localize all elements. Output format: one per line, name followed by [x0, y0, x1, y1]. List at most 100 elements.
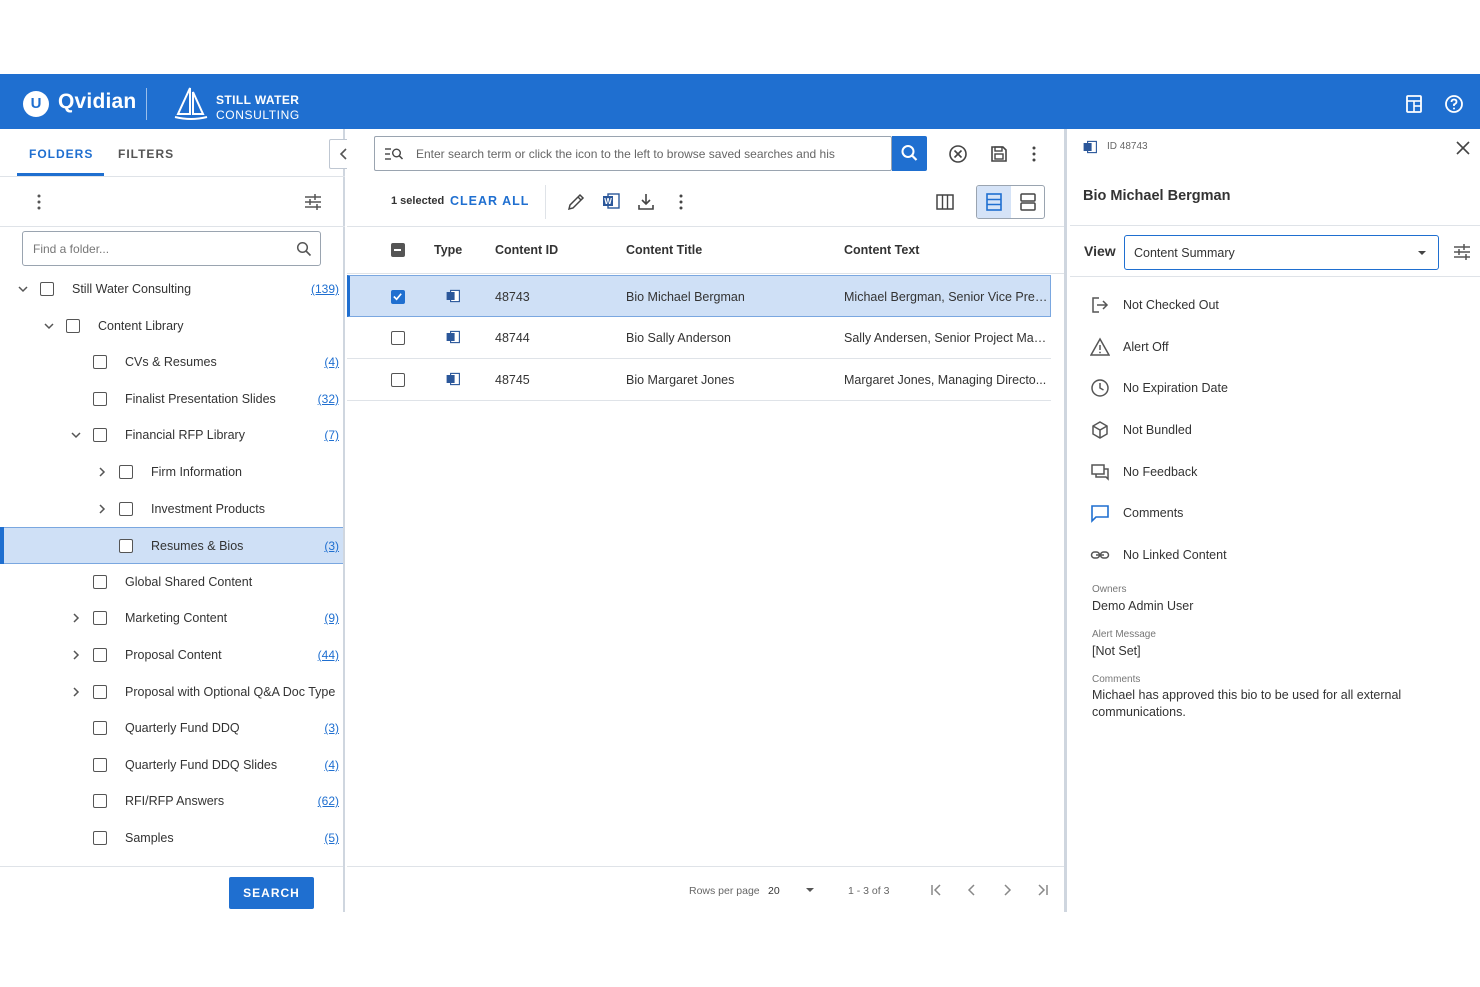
tree-item-count[interactable]: (32) [318, 392, 339, 406]
edit-icon[interactable] [566, 192, 586, 212]
folder-checkbox[interactable] [93, 611, 107, 626]
clear-all-button[interactable]: CLEAR ALL [450, 194, 529, 208]
tree-item-count[interactable]: (139) [311, 282, 339, 296]
clear-search-icon[interactable] [948, 144, 968, 164]
folder-search-field[interactable] [22, 231, 321, 266]
last-page-icon[interactable] [1034, 882, 1050, 898]
search-icon [296, 241, 312, 257]
tree-item[interactable]: Quarterly Fund DDQ (3) [0, 710, 343, 747]
more-vertical-icon[interactable] [671, 192, 691, 212]
tree-item[interactable]: Resumes & Bios (3) [0, 527, 343, 564]
chevron-right-icon[interactable] [70, 612, 82, 624]
first-page-icon[interactable] [929, 882, 945, 898]
more-vertical-icon[interactable] [29, 192, 49, 212]
tree-item[interactable]: Samples (5) [0, 820, 343, 857]
folder-checkbox[interactable] [119, 464, 133, 479]
tree-item[interactable]: Still Water Consulting (139) [0, 271, 343, 308]
tree-item-count[interactable]: (5) [324, 831, 339, 845]
folder-checkbox[interactable] [93, 574, 107, 589]
chevron-right-icon[interactable] [70, 649, 82, 661]
folder-checkbox[interactable] [66, 318, 80, 333]
tree-item[interactable]: CVs & Resumes (4) [0, 344, 343, 381]
row-checkbox[interactable] [391, 290, 405, 304]
qvidian-logo-icon: U [23, 91, 49, 117]
filter-settings-icon[interactable] [303, 192, 323, 212]
tree-item-count[interactable]: (4) [324, 758, 339, 772]
folder-checkbox[interactable] [93, 428, 107, 443]
tree-item-count[interactable]: (62) [318, 794, 339, 808]
row-checkbox[interactable] [391, 331, 405, 345]
table-row[interactable]: 48745 Bio Margaret Jones Margaret Jones, M… [347, 359, 1051, 401]
tab-folders[interactable]: FOLDERS [29, 147, 93, 161]
close-icon[interactable] [1455, 140, 1471, 156]
folder-checkbox[interactable] [93, 721, 107, 736]
column-header-content-text[interactable]: Content Text [844, 243, 919, 257]
tree-item[interactable]: Financial RFP Library (7) [0, 417, 343, 454]
caret-down-icon [1418, 251, 1426, 255]
tree-item[interactable]: Investment Products [0, 491, 343, 528]
folder-checkbox[interactable] [93, 355, 107, 370]
tree-item[interactable]: Firm Information [0, 454, 343, 491]
folder-checkbox[interactable] [119, 539, 133, 554]
search-button[interactable]: SEARCH [229, 877, 314, 909]
folder-checkbox[interactable] [93, 794, 107, 809]
folder-checkbox[interactable] [93, 757, 107, 772]
rows-per-page-select[interactable]: 20 [768, 885, 780, 897]
tree-item-count[interactable]: (4) [324, 355, 339, 369]
status-label: Comments [1123, 506, 1184, 520]
chevron-down-icon[interactable] [17, 283, 29, 295]
folder-checkbox[interactable] [119, 501, 133, 516]
content-search-input[interactable] [416, 146, 856, 162]
tree-item-count[interactable]: (3) [324, 721, 339, 735]
folder-search-input[interactable] [33, 240, 288, 258]
tree-item[interactable]: Marketing Content (9) [0, 600, 343, 637]
chevron-right-icon[interactable] [96, 503, 108, 515]
table-row[interactable]: 48743 Bio Michael Bergman Michael Bergman,… [347, 275, 1051, 317]
save-search-icon[interactable] [989, 144, 1009, 164]
folder-checkbox[interactable] [93, 684, 107, 699]
tree-item[interactable]: RFI/RFP Answers (62) [0, 783, 343, 820]
folder-checkbox[interactable] [93, 391, 107, 406]
previous-page-icon[interactable] [964, 882, 980, 898]
column-header-type[interactable]: Type [434, 243, 462, 257]
folder-checkbox[interactable] [40, 282, 54, 296]
saved-searches-icon[interactable] [384, 146, 404, 162]
content-search-field[interactable] [374, 136, 892, 171]
search-submit-button[interactable] [892, 136, 927, 171]
chevron-down-icon[interactable] [43, 320, 55, 332]
tree-item[interactable]: Global Shared Content [0, 564, 343, 601]
select-all-checkbox[interactable] [391, 243, 405, 257]
help-icon[interactable] [1444, 94, 1464, 114]
next-page-icon[interactable] [999, 882, 1015, 898]
card-view-icon[interactable] [1011, 186, 1045, 218]
calculator-icon[interactable] [1404, 94, 1424, 114]
view-divider [1070, 276, 1480, 277]
download-icon[interactable] [636, 192, 656, 212]
tree-item-count[interactable]: (9) [324, 611, 339, 625]
word-doc-icon[interactable]: W [601, 191, 621, 211]
column-header-content-id[interactable]: Content ID [495, 243, 558, 257]
folder-checkbox[interactable] [93, 830, 107, 845]
row-checkbox[interactable] [391, 373, 405, 387]
caret-down-icon[interactable] [802, 882, 818, 898]
view-settings-icon[interactable] [1452, 242, 1472, 262]
table-row[interactable]: 48744 Bio Sally Anderson Sally Andersen, S… [347, 317, 1051, 359]
tree-item[interactable]: Content Library [0, 308, 343, 345]
chevron-down-icon[interactable] [70, 429, 82, 441]
tab-filters[interactable]: FILTERS [118, 147, 174, 161]
tree-item[interactable]: Proposal Content (44) [0, 637, 343, 674]
chevron-right-icon[interactable] [70, 686, 82, 698]
tree-item[interactable]: Finalist Presentation Slides (32) [0, 381, 343, 418]
folder-checkbox[interactable] [93, 647, 107, 662]
column-header-content-title[interactable]: Content Title [626, 243, 702, 257]
tree-item-count[interactable]: (7) [324, 428, 339, 442]
tree-item[interactable]: Proposal with Optional Q&A Doc Type [0, 674, 343, 711]
columns-icon[interactable] [935, 192, 955, 212]
view-select[interactable]: Content Summary [1124, 235, 1439, 270]
tree-item-count[interactable]: (3) [324, 539, 339, 553]
more-vertical-icon[interactable] [1024, 144, 1044, 164]
tree-item[interactable]: Quarterly Fund DDQ Slides (4) [0, 747, 343, 784]
tree-item-count[interactable]: (44) [318, 648, 339, 662]
list-view-button[interactable] [977, 186, 1011, 218]
chevron-right-icon[interactable] [96, 466, 108, 478]
